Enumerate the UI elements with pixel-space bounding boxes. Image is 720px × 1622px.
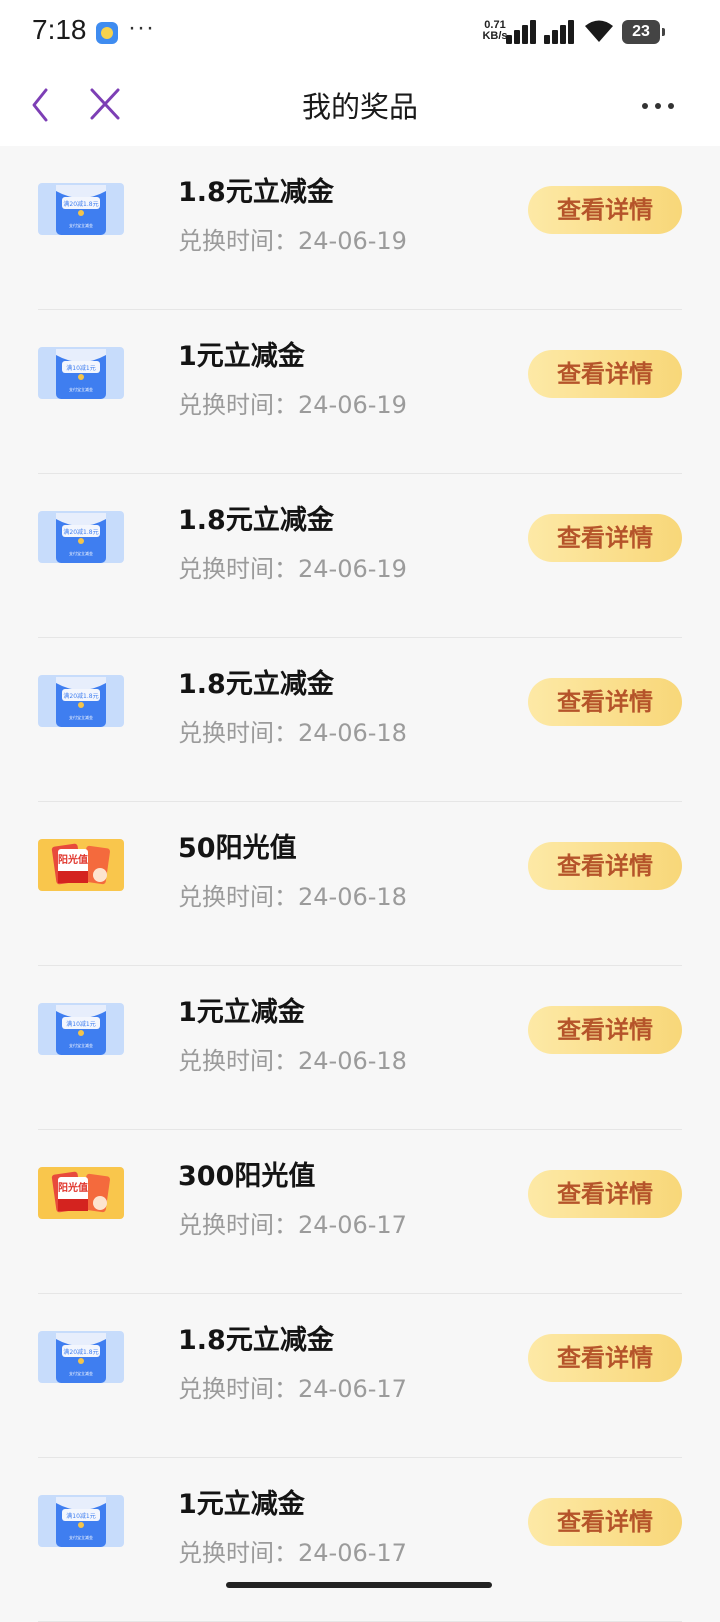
redeem-date-value: 24-06-18 <box>298 719 407 747</box>
svg-text:满10减1元: 满10减1元 <box>66 1512 95 1520</box>
redeem-date-label: 兑换时间： <box>178 1047 298 1075</box>
prize-redeem-date: 兑换时间：24-06-17 <box>178 1369 407 1404</box>
redeem-date-label: 兑换时间： <box>178 883 298 911</box>
redeem-date-value: 24-06-17 <box>298 1211 407 1239</box>
page-title: 我的奖品 <box>301 90 418 124</box>
prize-redeem-date: 兑换时间：24-06-17 <box>178 1533 407 1568</box>
home-indicator[interactable] <box>226 1582 492 1588</box>
wifi-icon <box>585 20 613 42</box>
prize-list-item: 阳光值 300阳光值 兑换时间：24-06-17 查看详情 <box>0 1130 720 1294</box>
prize-title: 1.8元立减金 <box>178 669 334 700</box>
prize-list-item: 满10减1元 支付宝立减金 1元立减金兑换时间：24-06-19 查看详情 <box>0 310 720 474</box>
battery-icon: 23 <box>622 20 665 44</box>
redeem-date-label: 兑换时间： <box>178 227 298 255</box>
redeem-date-value: 24-06-19 <box>298 227 407 255</box>
svg-text:满20减1.8元: 满20减1.8元 <box>63 1348 98 1356</box>
discount-voucher-thumbnail: 满20减1.8元 支付宝立减金 <box>38 511 124 563</box>
view-details-button[interactable]: 查看详情 <box>528 842 682 890</box>
svg-text:支付宝立减金: 支付宝立减金 <box>69 1042 93 1048</box>
prize-title: 1元立减金 <box>178 997 305 1028</box>
prize-redeem-date: 兑换时间：24-06-17 <box>178 1205 407 1240</box>
signal-1-icon <box>506 20 540 44</box>
redeem-date-label: 兑换时间： <box>178 1211 298 1239</box>
view-details-button[interactable]: 查看详情 <box>528 678 682 726</box>
prize-title: 1.8元立减金 <box>178 177 334 208</box>
redeem-date-label: 兑换时间： <box>178 555 298 583</box>
redeem-date-value: 24-06-19 <box>298 391 407 419</box>
redeem-date-label: 兑换时间： <box>178 1375 298 1403</box>
status-time: 7:18 <box>32 14 87 45</box>
prize-list-item: 满10减1元 支付宝立减金 1元立减金兑换时间：24-06-18 查看详情 <box>0 966 720 1130</box>
view-details-button[interactable]: 查看详情 <box>528 186 682 234</box>
prize-redeem-date: 兑换时间：24-06-19 <box>178 221 407 256</box>
svg-text:支付宝立减金: 支付宝立减金 <box>69 386 93 392</box>
prize-title: 1元立减金 <box>178 341 305 372</box>
view-details-button[interactable]: 查看详情 <box>528 1170 682 1218</box>
svg-text:支付宝立减金: 支付宝立减金 <box>69 222 93 228</box>
prize-list-item: 满10减1元 支付宝立减金 1元立减金兑换时间：24-06-17 查看详情 <box>0 1458 720 1622</box>
svg-text:支付宝立减金: 支付宝立减金 <box>69 550 93 556</box>
nav-bar: 我的奖品 <box>0 66 720 146</box>
svg-text:支付宝立减金: 支付宝立减金 <box>69 1534 93 1540</box>
view-details-button[interactable]: 查看详情 <box>528 1006 682 1054</box>
svg-text:阳光值: 阳光值 <box>58 1181 88 1194</box>
prize-list-item: 满20减1.8元 支付宝立减金 1.8元立减金 兑换时间：24-06-17 查看详情 <box>0 1294 720 1458</box>
redeem-date-value: 24-06-17 <box>298 1539 407 1567</box>
app-notification-icon <box>96 22 118 44</box>
signal-2-icon <box>544 20 578 44</box>
prize-list-item: 阳光值 50阳光值兑换时间：24-06-18 查看详情 <box>0 802 720 966</box>
prize-title: 1.8元立减金 <box>178 505 334 536</box>
svg-text:满20减1.8元: 满20减1.8元 <box>63 200 98 208</box>
svg-text:满10减1元: 满10减1元 <box>66 364 95 372</box>
redeem-date-value: 24-06-17 <box>298 1375 407 1403</box>
more-dots-icon <box>642 103 674 109</box>
prize-redeem-date: 兑换时间：24-06-18 <box>178 1041 407 1076</box>
svg-text:阳光值: 阳光值 <box>58 853 88 866</box>
redeem-date-label: 兑换时间： <box>178 719 298 747</box>
discount-voucher-thumbnail: 满10减1元 支付宝立减金 <box>38 347 124 399</box>
more-notifications-icon: ··· <box>128 14 155 41</box>
sunshine-points-thumbnail: 阳光值 <box>38 1167 124 1219</box>
prize-redeem-date: 兑换时间：24-06-18 <box>178 877 407 912</box>
view-details-button[interactable]: 查看详情 <box>528 1334 682 1382</box>
prize-list: 满20减1.8元 支付宝立减金 1.8元立减金 兑换时间：24-06-19 查看详情… <box>0 146 720 1622</box>
svg-text:支付宝立减金: 支付宝立减金 <box>69 1370 93 1376</box>
view-details-button[interactable]: 查看详情 <box>528 1498 682 1546</box>
prize-list-item: 满20减1.8元 支付宝立减金 1.8元立减金 兑换时间：24-06-18 查看详情 <box>0 638 720 802</box>
prize-redeem-date: 兑换时间：24-06-19 <box>178 385 407 420</box>
discount-voucher-thumbnail: 满20减1.8元 支付宝立减金 <box>38 1331 124 1383</box>
prize-list-item: 满20减1.8元 支付宝立减金 1.8元立减金 兑换时间：24-06-19 查看详情 <box>0 474 720 638</box>
svg-text:满20减1.8元: 满20减1.8元 <box>63 528 98 536</box>
prize-title: 1.8元立减金 <box>178 1325 334 1356</box>
discount-voucher-thumbnail: 满10减1元 支付宝立减金 <box>38 1495 124 1547</box>
discount-voucher-thumbnail: 满20减1.8元 支付宝立减金 <box>38 183 124 235</box>
discount-voucher-thumbnail: 满10减1元 支付宝立减金 <box>38 1003 124 1055</box>
prize-title: 300阳光值 <box>178 1161 316 1192</box>
status-bar: 7:18 ··· 0.71 KB/s 23 <box>0 0 720 66</box>
prize-redeem-date: 兑换时间：24-06-18 <box>178 713 407 748</box>
prize-list-item: 满20减1.8元 支付宝立减金 1.8元立减金 兑换时间：24-06-19 查看详情 <box>0 146 720 310</box>
redeem-date-value: 24-06-19 <box>298 555 407 583</box>
svg-text:满10减1元: 满10减1元 <box>66 1020 95 1028</box>
more-button[interactable] <box>630 80 690 130</box>
sunshine-points-thumbnail: 阳光值 <box>38 839 124 891</box>
svg-text:支付宝立减金: 支付宝立减金 <box>69 714 93 720</box>
view-details-button[interactable]: 查看详情 <box>528 350 682 398</box>
redeem-date-label: 兑换时间： <box>178 391 298 419</box>
redeem-date-label: 兑换时间： <box>178 1539 298 1567</box>
prize-title: 1元立减金 <box>178 1489 305 1520</box>
prize-title: 50阳光值 <box>178 833 297 864</box>
view-details-button[interactable]: 查看详情 <box>528 514 682 562</box>
redeem-date-value: 24-06-18 <box>298 883 407 911</box>
discount-voucher-thumbnail: 满20减1.8元 支付宝立减金 <box>38 675 124 727</box>
svg-text:满20减1.8元: 满20减1.8元 <box>63 692 98 700</box>
redeem-date-value: 24-06-18 <box>298 1047 407 1075</box>
prize-redeem-date: 兑换时间：24-06-19 <box>178 549 407 584</box>
